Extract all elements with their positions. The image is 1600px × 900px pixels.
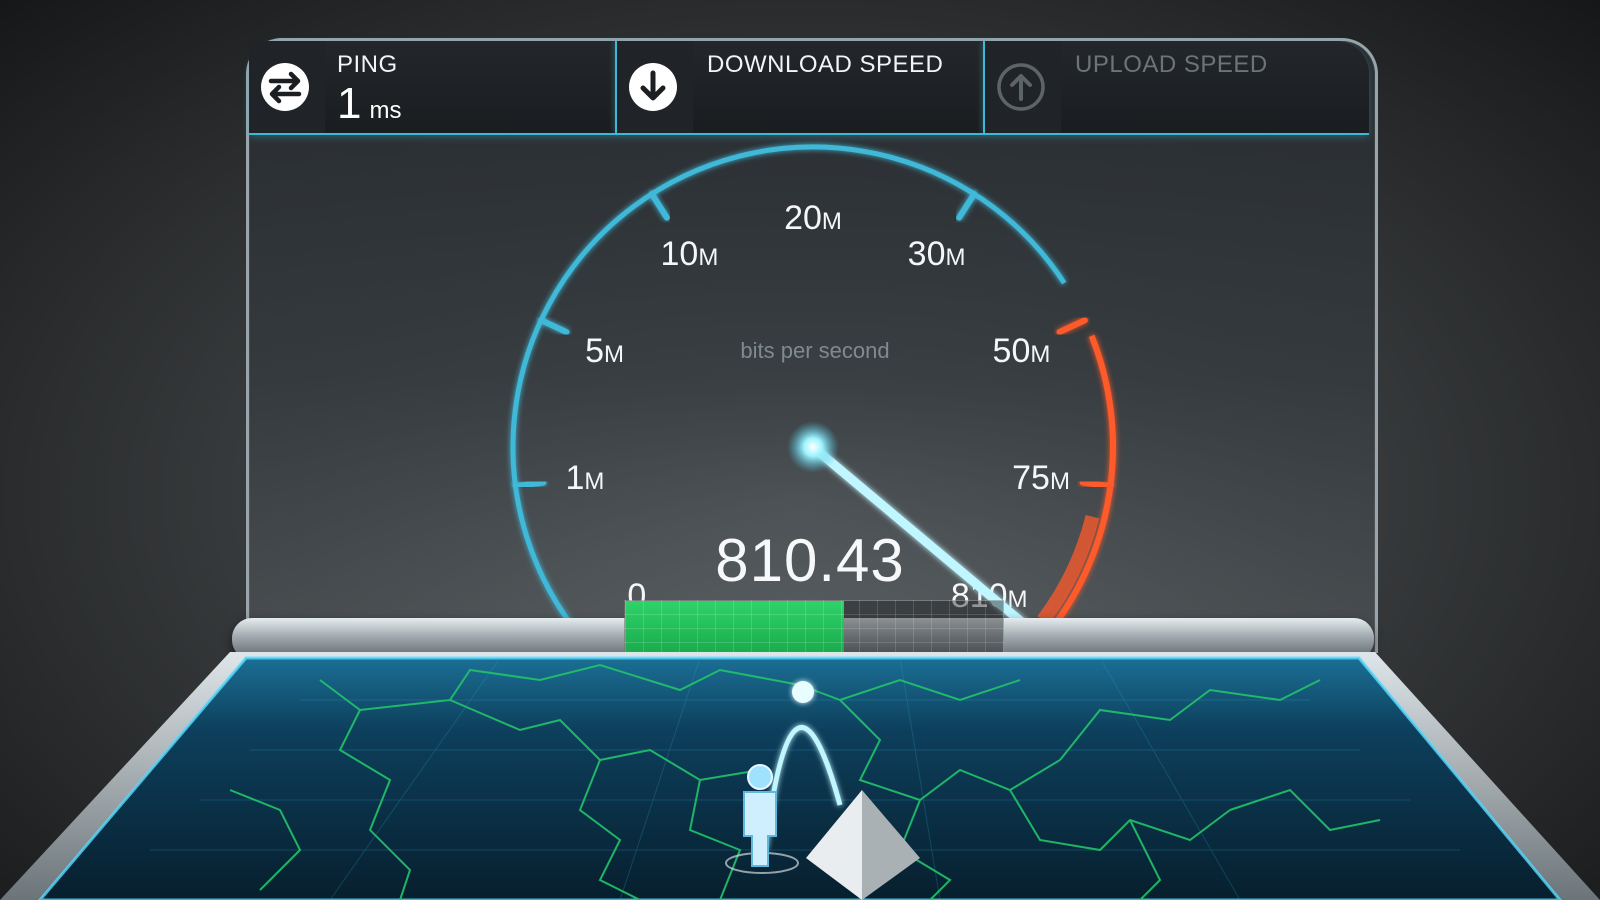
- download-icon-box: [617, 41, 693, 133]
- unit-caption: bits per second: [740, 338, 890, 363]
- ping-label: PING: [337, 51, 398, 78]
- ping-value: 1 ms: [337, 79, 401, 136]
- exchange-arrows-icon: [261, 63, 309, 111]
- speedtest-stage: PING 1 ms DOWNLOAD SPEED UPLOAD SPEED 0 …: [0, 0, 1600, 900]
- upload-tile: UPLOAD SPEED: [985, 41, 1369, 133]
- ping-tile: PING 1 ms: [249, 41, 615, 133]
- packet-dot: [792, 681, 814, 703]
- ping-unit: ms: [369, 97, 402, 124]
- download-tile: DOWNLOAD SPEED: [617, 41, 983, 133]
- upload-icon-box: [985, 41, 1061, 133]
- upload-label: UPLOAD SPEED: [1075, 51, 1268, 78]
- header-bar: PING 1 ms DOWNLOAD SPEED UPLOAD SPEED: [249, 41, 1369, 135]
- arrow-up-circle-icon: [997, 63, 1045, 111]
- ping-number: 1: [337, 79, 362, 128]
- arrow-down-circle-icon: [629, 63, 677, 111]
- speed-readout: 810.43: [715, 527, 905, 594]
- download-label: DOWNLOAD SPEED: [707, 51, 944, 78]
- ping-icon-box: [249, 41, 325, 133]
- location-map: [0, 652, 1600, 900]
